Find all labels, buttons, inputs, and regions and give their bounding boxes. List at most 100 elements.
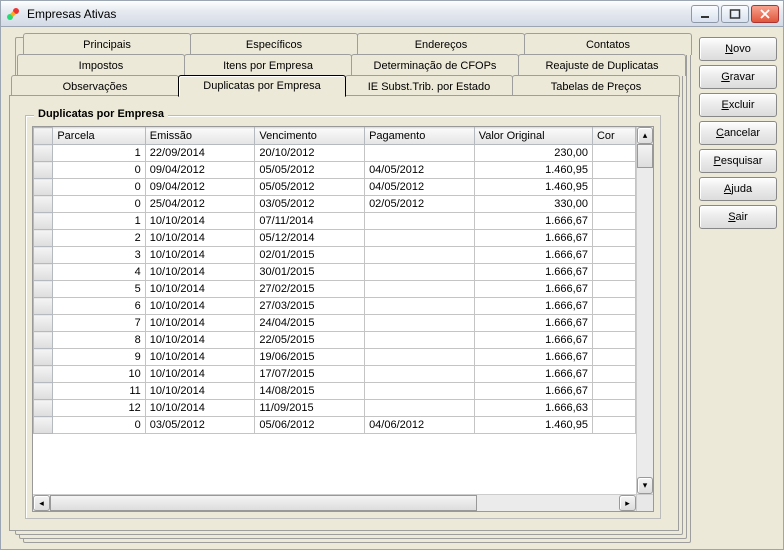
table-row[interactable]: 310/10/201402/01/20151.666,67 xyxy=(34,247,636,264)
grid-corner-header[interactable] xyxy=(34,128,53,145)
table-row[interactable]: 009/04/201205/05/201204/05/20121.460,95 xyxy=(34,162,636,179)
row-header[interactable] xyxy=(34,213,53,230)
cell-cor[interactable] xyxy=(592,213,635,230)
cell-emissao[interactable]: 10/10/2014 xyxy=(145,332,255,349)
minimize-button[interactable] xyxy=(691,5,719,23)
vscroll-track[interactable] xyxy=(637,144,653,477)
cell-vencimento[interactable]: 02/01/2015 xyxy=(255,247,365,264)
cell-pagamento[interactable] xyxy=(365,383,475,400)
col-pagamento[interactable]: Pagamento xyxy=(365,128,475,145)
cell-pagamento[interactable] xyxy=(365,366,475,383)
cell-vencimento[interactable]: 05/06/2012 xyxy=(255,417,365,434)
cell-parcela[interactable]: 12 xyxy=(53,400,145,417)
cell-emissao[interactable]: 10/10/2014 xyxy=(145,213,255,230)
row-header[interactable] xyxy=(34,383,53,400)
tab-duplicatas-por-empresa[interactable]: Duplicatas por Empresa xyxy=(178,75,346,97)
row-header[interactable] xyxy=(34,264,53,281)
cell-emissao[interactable]: 10/10/2014 xyxy=(145,400,255,417)
cell-pagamento[interactable] xyxy=(365,264,475,281)
cell-vencimento[interactable]: 07/11/2014 xyxy=(255,213,365,230)
cell-cor[interactable] xyxy=(592,162,635,179)
cell-emissao[interactable]: 09/04/2012 xyxy=(145,162,255,179)
gravar-button[interactable]: Gravar xyxy=(699,65,777,89)
tab-reajuste-duplicatas[interactable]: Reajuste de Duplicatas xyxy=(518,54,686,76)
col-parcela[interactable]: Parcela xyxy=(53,128,145,145)
novo-button[interactable]: Novo xyxy=(699,37,777,61)
cell-cor[interactable] xyxy=(592,417,635,434)
vertical-scrollbar[interactable]: ▴ ▾ xyxy=(636,127,653,494)
tab-enderecos[interactable]: Endereços xyxy=(357,33,525,55)
cell-vencimento[interactable]: 14/08/2015 xyxy=(255,383,365,400)
table-row[interactable]: 710/10/201424/04/20151.666,67 xyxy=(34,315,636,332)
cell-emissao[interactable]: 25/04/2012 xyxy=(145,196,255,213)
scroll-down-button[interactable]: ▾ xyxy=(637,477,653,494)
table-row[interactable]: 025/04/201203/05/201202/05/2012330,00 xyxy=(34,196,636,213)
col-valor[interactable]: Valor Original xyxy=(474,128,592,145)
cell-vencimento[interactable]: 05/05/2012 xyxy=(255,179,365,196)
row-header[interactable] xyxy=(34,298,53,315)
cell-pagamento[interactable] xyxy=(365,145,475,162)
cell-vencimento[interactable]: 03/05/2012 xyxy=(255,196,365,213)
cell-emissao[interactable]: 10/10/2014 xyxy=(145,383,255,400)
cell-valor[interactable]: 1.666,67 xyxy=(474,366,592,383)
cell-pagamento[interactable]: 04/05/2012 xyxy=(365,179,475,196)
cell-emissao[interactable]: 10/10/2014 xyxy=(145,298,255,315)
cell-parcela[interactable]: 8 xyxy=(53,332,145,349)
scroll-left-button[interactable]: ◂ xyxy=(33,495,50,511)
cell-pagamento[interactable]: 04/05/2012 xyxy=(365,162,475,179)
row-header[interactable] xyxy=(34,196,53,213)
tab-itens-empresa[interactable]: Itens por Empresa xyxy=(184,54,352,76)
row-header[interactable] xyxy=(34,145,53,162)
table-row[interactable]: 610/10/201427/03/2015 1.666,67 xyxy=(34,298,636,315)
tab-ie-subst-trib[interactable]: IE Subst.Trib. por Estado xyxy=(345,75,513,97)
cell-parcela[interactable]: 0 xyxy=(53,162,145,179)
scroll-right-button[interactable]: ▸ xyxy=(619,495,636,511)
cell-vencimento[interactable]: 27/03/2015 xyxy=(255,298,365,315)
cell-cor[interactable] xyxy=(592,298,635,315)
table-row[interactable]: 210/10/201405/12/20141.666,67 xyxy=(34,230,636,247)
cell-pagamento[interactable] xyxy=(365,281,475,298)
tab-especificos[interactable]: Específicos xyxy=(190,33,358,55)
cell-pagamento[interactable] xyxy=(365,213,475,230)
cell-parcela[interactable]: 10 xyxy=(53,366,145,383)
table-row[interactable]: 1010/10/201417/07/20151.666,67 xyxy=(34,366,636,383)
cell-pagamento[interactable] xyxy=(365,230,475,247)
cell-emissao[interactable]: 10/10/2014 xyxy=(145,264,255,281)
cell-parcela[interactable]: 0 xyxy=(53,179,145,196)
cell-cor[interactable] xyxy=(592,383,635,400)
cell-valor[interactable]: 1.666,67 xyxy=(474,383,592,400)
cell-cor[interactable] xyxy=(592,315,635,332)
cell-emissao[interactable]: 10/10/2014 xyxy=(145,247,255,264)
cell-cor[interactable] xyxy=(592,366,635,383)
cell-cor[interactable] xyxy=(592,264,635,281)
cell-emissao[interactable]: 10/10/2014 xyxy=(145,230,255,247)
cell-parcela[interactable]: 1 xyxy=(53,145,145,162)
cell-vencimento[interactable]: 30/01/2015 xyxy=(255,264,365,281)
table-row[interactable]: 1110/10/201414/08/20151.666,67 xyxy=(34,383,636,400)
table-row[interactable]: 1210/10/201411/09/20151.666,63 xyxy=(34,400,636,417)
row-header[interactable] xyxy=(34,162,53,179)
cell-cor[interactable] xyxy=(592,247,635,264)
cell-valor[interactable]: 1.666,67 xyxy=(474,298,592,315)
cell-parcela[interactable]: 6 xyxy=(53,298,145,315)
cell-cor[interactable] xyxy=(592,196,635,213)
tab-tabelas-precos[interactable]: Tabelas de Preços xyxy=(512,75,680,97)
hscroll-track[interactable] xyxy=(50,495,619,511)
cell-valor[interactable]: 1.666,67 xyxy=(474,213,592,230)
table-row[interactable]: 810/10/201422/05/20151.666,67 xyxy=(34,332,636,349)
cell-parcela[interactable]: 4 xyxy=(53,264,145,281)
maximize-button[interactable] xyxy=(721,5,749,23)
table-row[interactable]: 910/10/201419/06/20151.666,67 xyxy=(34,349,636,366)
cell-parcela[interactable]: 9 xyxy=(53,349,145,366)
row-header[interactable] xyxy=(34,417,53,434)
cell-pagamento[interactable] xyxy=(365,349,475,366)
col-vencimento[interactable]: Vencimento xyxy=(255,128,365,145)
vscroll-thumb[interactable] xyxy=(637,144,653,168)
excluir-button[interactable]: Excluir xyxy=(699,93,777,117)
tab-determinacao-cfops[interactable]: Determinação de CFOPs xyxy=(351,54,519,76)
cell-vencimento[interactable]: 20/10/2012 xyxy=(255,145,365,162)
cell-pagamento[interactable]: 02/05/2012 xyxy=(365,196,475,213)
cell-valor[interactable]: 1.666,67 xyxy=(474,332,592,349)
row-header[interactable] xyxy=(34,230,53,247)
cell-cor[interactable] xyxy=(592,145,635,162)
